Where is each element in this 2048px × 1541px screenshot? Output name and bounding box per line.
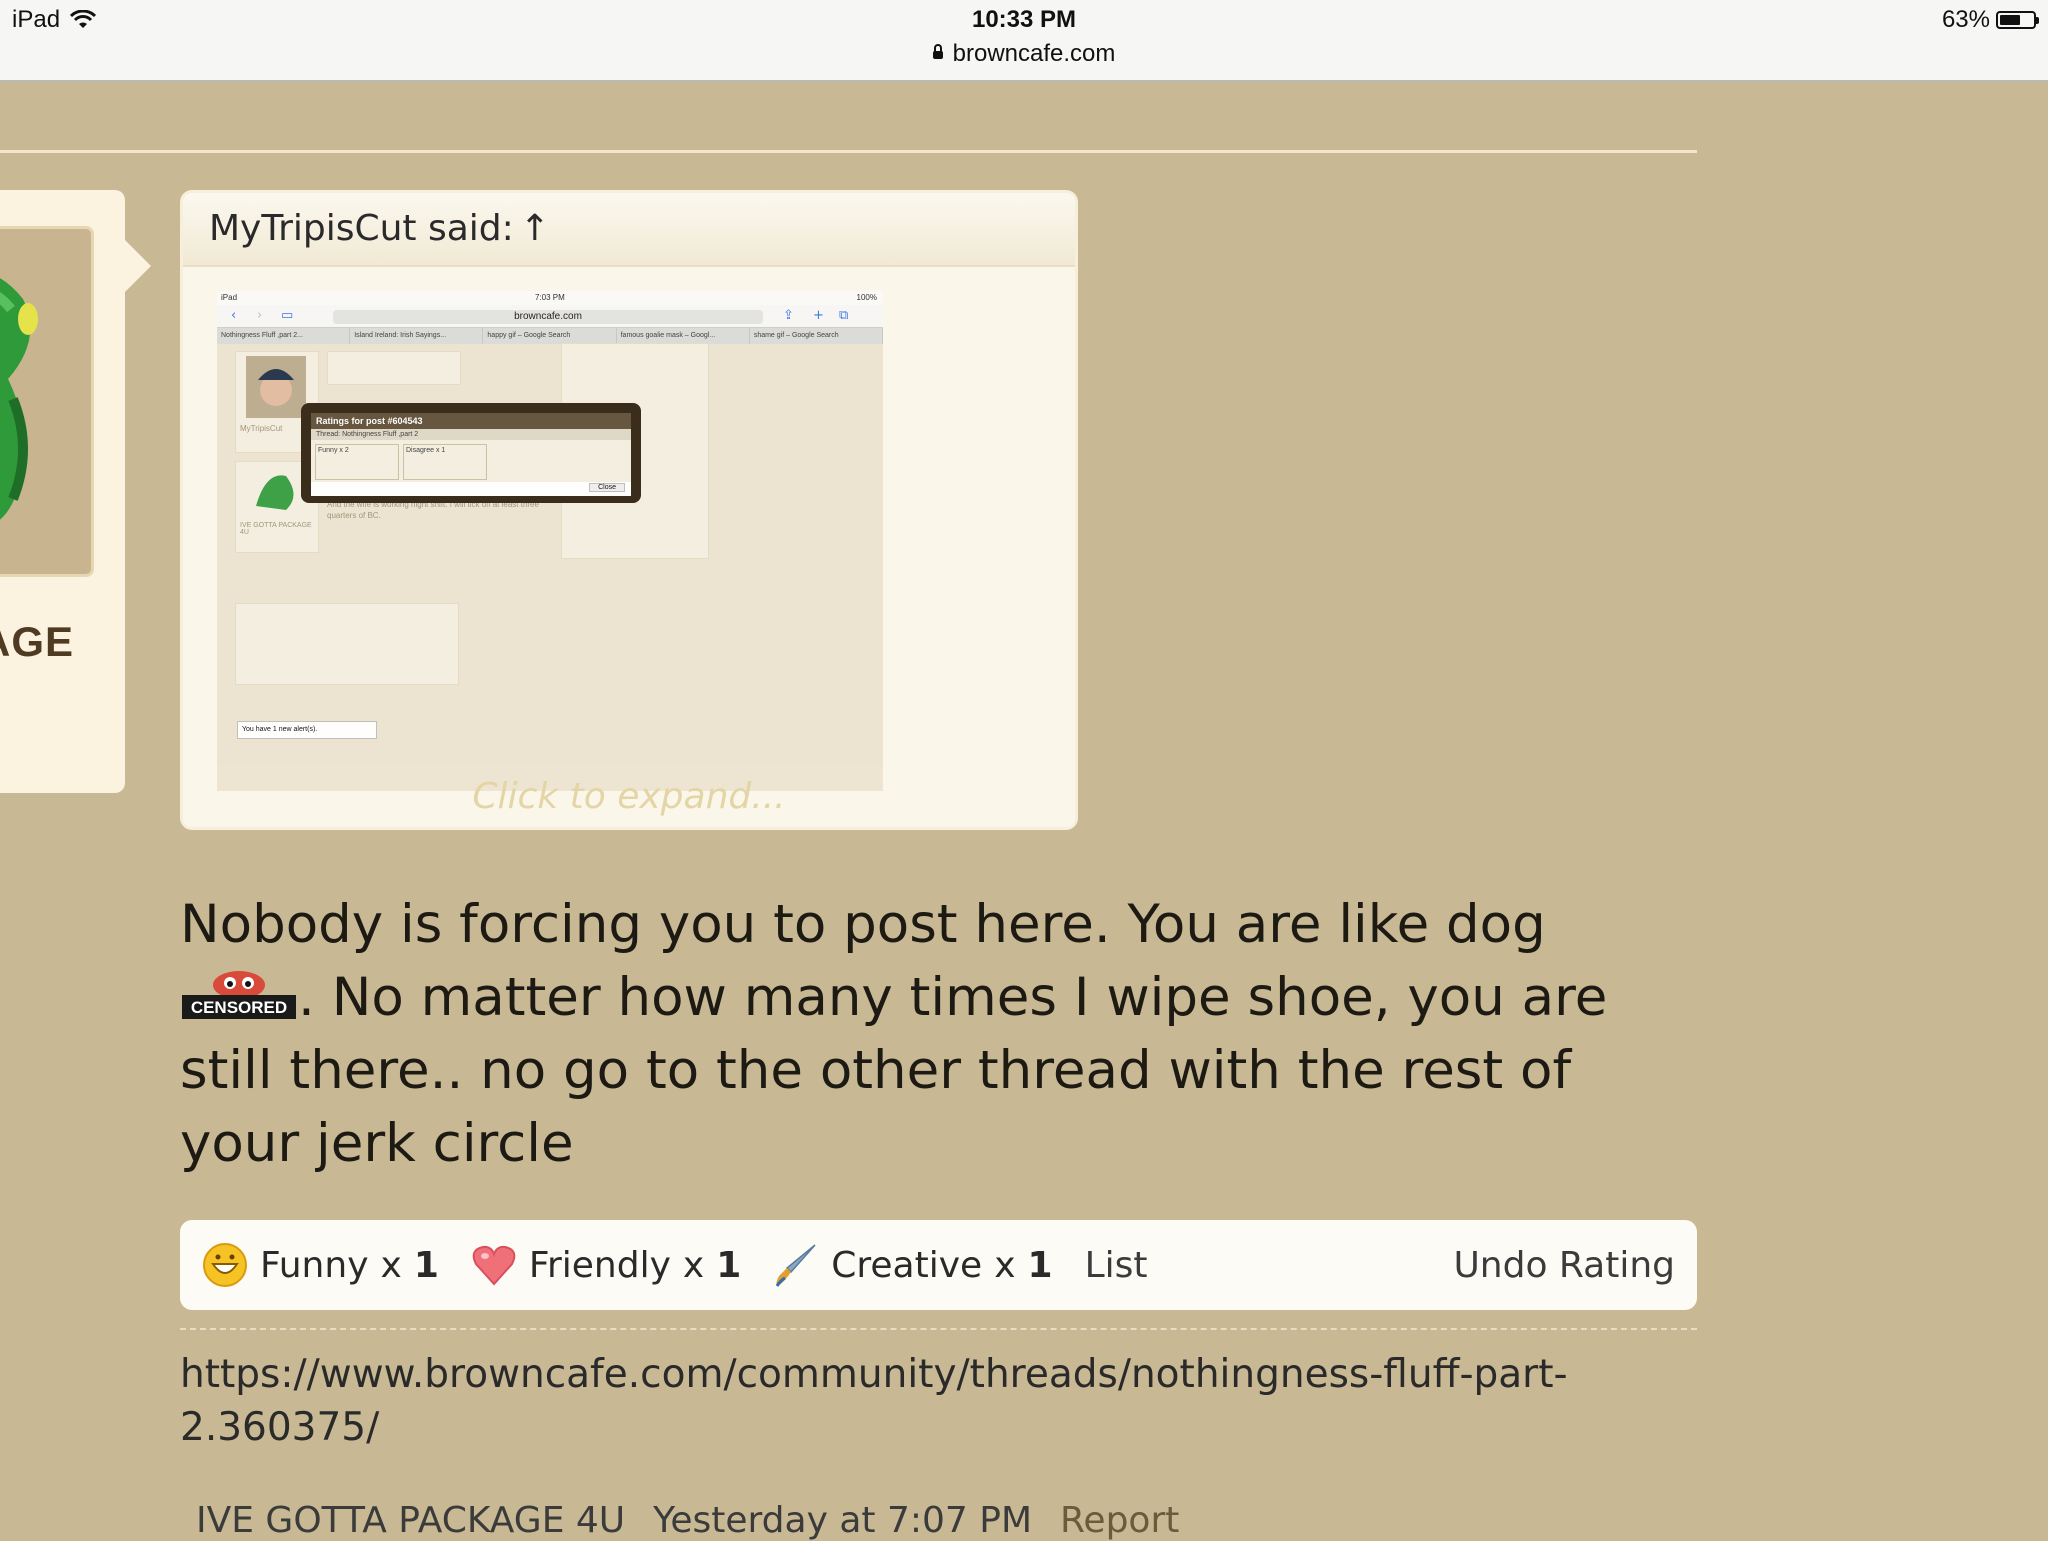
shot-toolbar: ‹ › ▭ browncafe.com ⇪ + ⧉	[217, 305, 883, 328]
rating-name: Friendly	[528, 1244, 671, 1286]
shot-tab: famous goalie mask – Googl...	[617, 328, 750, 344]
rating-bar: Funny x 1 Friendly x 1 Creative x 1 List…	[180, 1220, 1697, 1310]
post-author-link[interactable]: IVE GOTTA PACKAGE 4U	[196, 1500, 625, 1541]
post-meta: IVE GOTTA PACKAGE 4U Yesterday at 7:07 P…	[196, 1500, 1596, 1541]
panel-pointer	[123, 238, 151, 294]
shot-tab: happy gif – Google Search	[483, 328, 617, 344]
clock: 10:33 PM	[971, 6, 1077, 33]
status-right: 63%	[1941, 6, 2039, 34]
heart-icon	[472, 1245, 516, 1286]
lock-icon	[932, 44, 943, 59]
rating-sep: x	[380, 1244, 402, 1286]
shot-tab: Nothingness Fluff ,part 2...	[217, 328, 351, 344]
shot-tab: shame gif – Google Search	[750, 328, 883, 344]
ios-status-bar: iPad 10:33 PM browncafe.com 63%	[0, 0, 2048, 82]
rating-creative[interactable]: Creative x 1	[773, 1242, 1053, 1288]
rating-friendly[interactable]: Friendly x 1	[471, 1242, 741, 1288]
gumby-avatar-icon	[0, 278, 38, 520]
shot-tabs-icon: ⧉	[839, 308, 849, 323]
rating-count: 1	[1027, 1244, 1053, 1286]
post-timestamp[interactable]: Yesterday at 7:07 PM	[653, 1500, 1032, 1541]
report-link[interactable]: Report	[1060, 1500, 1179, 1541]
username-fragment[interactable]: AGE	[0, 618, 74, 666]
jump-to-quote-arrow-icon[interactable]: ↑	[520, 208, 550, 249]
rating-count: 1	[716, 1244, 742, 1286]
shot-quote-card	[327, 351, 461, 385]
click-to-expand-link[interactable]: Click to expand...	[183, 776, 1075, 817]
shot-bookmarks-icon: ▭	[281, 308, 294, 323]
rating-sep: x	[994, 1244, 1016, 1286]
shot-user-label: MyTripisCut	[240, 424, 283, 433]
shot-url: browncafe.com	[333, 310, 763, 324]
embedded-screenshot[interactable]: iPad 7:03 PM 100% ‹ › ▭ browncafe.com ⇪ …	[217, 291, 883, 791]
shot-modal-body: Funny x 2 Disagree x 1	[311, 440, 631, 482]
shot-share-icon: ⇪	[783, 308, 794, 323]
shot-gumby-icon	[256, 475, 294, 510]
address-url[interactable]: browncafe.com	[953, 40, 1116, 67]
shot-user-label-2: IVE GOTTA PACKAGE 4U	[240, 522, 312, 536]
shot-rating-disagree: Disagree x 1	[403, 444, 487, 480]
shot-alert-toast: You have 1 new alert(s).	[237, 721, 377, 739]
undo-rating-link[interactable]: Undo Rating	[1453, 1245, 1675, 1286]
quote-author: MyTripisCut said:	[209, 208, 514, 249]
shot-time: 7:03 PM	[535, 293, 565, 302]
shot-card-3	[235, 603, 459, 685]
shot-back-icon: ‹	[231, 308, 237, 323]
shot-modal-footer: Close	[311, 482, 631, 496]
shot-modal-title: Ratings for post #604543	[311, 413, 631, 429]
rating-funny[interactable]: Funny x 1	[202, 1242, 439, 1288]
address-bar[interactable]: browncafe.com	[0, 40, 2048, 68]
shot-add-icon: +	[813, 308, 824, 323]
rating-name: Funny	[260, 1244, 369, 1286]
battery-fill	[2000, 15, 2021, 25]
shot-modal-thread: Thread: Nothingness Fluff ,part 2	[311, 429, 631, 440]
battery-icon	[1996, 11, 2039, 29]
shot-device: iPad	[221, 293, 238, 302]
quote-content: iPad 7:03 PM 100% ‹ › ▭ browncafe.com ⇪ …	[217, 291, 883, 791]
message-line-1: Nobody is forcing you to post here. You …	[180, 894, 1546, 955]
censored-smiley-icon: CENSORED	[180, 969, 298, 1023]
shot-rating-funny: Funny x 2	[315, 444, 399, 480]
shot-tab-strip: Nothingness Fluff ,part 2... Island Irel…	[217, 328, 883, 344]
rating-count: 1	[413, 1244, 439, 1286]
shot-forward-icon: ›	[257, 308, 263, 323]
signature-url[interactable]: https://www.browncafe.com/community/thre…	[180, 1348, 1680, 1454]
shot-close-button: Close	[589, 483, 625, 492]
message-line-2: . No matter how many times I wipe shoe, …	[180, 967, 1608, 1174]
battery-percent: 63%	[1941, 6, 1990, 33]
dashed-separator	[180, 1328, 1697, 1330]
shot-avatar-icon	[246, 356, 306, 418]
shot-battery: 100%	[856, 293, 877, 302]
quote-block: MyTripisCut said: ↑ iPad 7:03 PM 100% ‹ ›…	[180, 190, 1078, 830]
quote-header: MyTripisCut said: ↑	[183, 193, 1075, 267]
shot-tab: Island Ireland: Irish Sayings...	[350, 328, 484, 344]
thread-divider	[0, 150, 1697, 153]
paintbrush-icon	[776, 1244, 816, 1287]
avatar[interactable]	[0, 226, 94, 577]
rating-name: Creative	[831, 1244, 983, 1286]
user-info-panel: AGE	[0, 190, 151, 793]
shot-ratings-modal: Ratings for post #604543 Thread: Nothing…	[301, 403, 641, 503]
ratings-list-link[interactable]: List	[1085, 1245, 1148, 1286]
post-message: Nobody is forcing you to post here. You …	[180, 888, 1670, 1180]
censored-label: CENSORED	[191, 998, 287, 1017]
rating-sep: x	[682, 1244, 705, 1286]
smiley-icon	[203, 1243, 247, 1287]
shot-status-bar: iPad 7:03 PM 100%	[217, 291, 883, 305]
